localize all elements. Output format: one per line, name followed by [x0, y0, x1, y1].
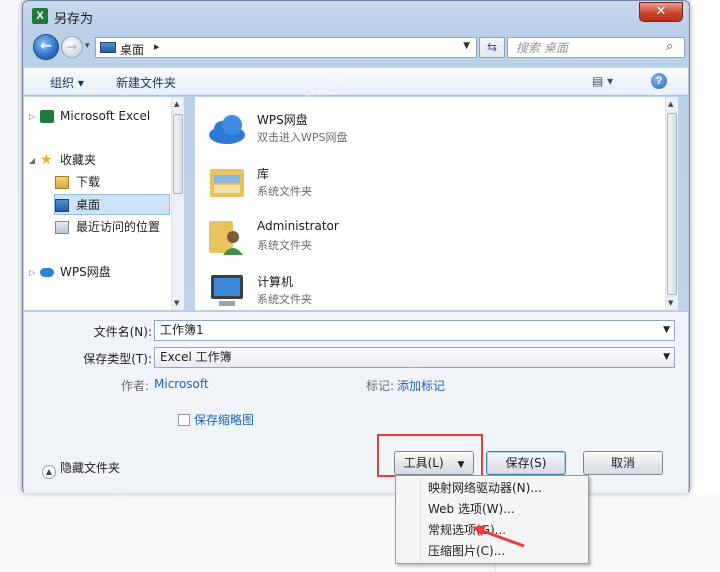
file-subtitle: 系统文件夹 [257, 239, 312, 252]
navigation-bar: ← → ▾ 桌面 ▸ ▼ ⇆ ⌕ [31, 34, 685, 60]
file-list-scrollbar[interactable]: ▲ ▼ [665, 97, 678, 310]
add-tag-link[interactable]: 添加标记 [397, 377, 445, 394]
new-folder-button[interactable]: 新建文件夹 [116, 74, 176, 91]
cloud-icon [209, 115, 245, 144]
scroll-down-icon[interactable]: ▼ [174, 299, 179, 307]
file-item-library[interactable]: 库 系统文件夹 [205, 161, 505, 211]
nav-item-label: 最近访问的位置 [76, 220, 161, 234]
breadcrumb-chevron-icon[interactable]: ▸ [154, 40, 160, 53]
save-button[interactable]: 保存(S) [486, 451, 566, 475]
nav-item-label: 收藏夹 [60, 153, 97, 167]
chevron-up-icon[interactable]: ▲ [42, 465, 56, 479]
menu-item-map-network-drive[interactable]: 映射网络驱动器(N)... [398, 478, 586, 499]
file-item-administrator[interactable]: Administrator 系统文件夹 [205, 215, 505, 265]
file-item-wps-cloud[interactable]: WPS网盘 双击进入WPS网盘 [205, 107, 505, 157]
menu-item-web-options[interactable]: Web 选项(W)... [398, 499, 586, 520]
search-input[interactable] [508, 38, 656, 57]
excel-icon [40, 110, 54, 123]
filetype-label: 保存类型(T): [83, 352, 152, 366]
tools-dropdown-menu: 映射网络驱动器(N)... Web 选项(W)... 常规选项(G)... 压缩… [395, 475, 589, 564]
author-value[interactable]: Microsoft [154, 377, 209, 391]
file-name: 库 [257, 167, 270, 181]
nav-item-wps-cloud[interactable]: ▷ WPS网盘 [24, 262, 170, 283]
back-button[interactable]: ← [33, 34, 59, 60]
collapse-arrow-icon[interactable]: ◢ [29, 150, 35, 171]
breadcrumb-desktop[interactable]: 桌面 [120, 41, 144, 58]
file-subtitle: 系统文件夹 [257, 293, 312, 306]
scroll-up-icon[interactable]: ▲ [174, 100, 179, 108]
title-bar: X 另存为 ✕ [23, 1, 689, 31]
user-folder-icon [209, 221, 243, 255]
excel-app-icon: X [32, 8, 48, 24]
cancel-button[interactable]: 取消 [583, 451, 663, 475]
hide-folders-button[interactable]: ▲ 隐藏文件夹 [42, 459, 120, 479]
address-dropdown-icon[interactable]: ▼ [463, 41, 470, 51]
desktop-icon [100, 42, 116, 53]
save-thumbnail-label[interactable]: 保存缩略图 [194, 411, 254, 428]
scrollbar-thumb[interactable] [667, 113, 677, 295]
close-button[interactable]: ✕ [639, 2, 683, 22]
address-bar[interactable]: 桌面 ▸ ▼ [95, 37, 477, 58]
filename-value[interactable]: 工作簿1 [160, 323, 204, 337]
organize-menu-button[interactable]: 组织 ▾ [50, 74, 84, 91]
dialog-title: 另存为 [54, 12, 94, 27]
expand-arrow-icon[interactable]: ▷ [29, 262, 35, 283]
nav-item-downloads[interactable]: 下载 [24, 172, 170, 193]
file-name: WPS网盘 [257, 113, 308, 127]
star-icon: ★ [40, 152, 53, 168]
tags-label: 标记: [366, 379, 395, 393]
recent-locations-dropdown-icon[interactable]: ▾ [85, 42, 93, 51]
nav-item-label: Microsoft Excel [60, 109, 151, 123]
search-icon[interactable]: ⌕ [666, 40, 680, 54]
file-list: WPS网盘 双击进入WPS网盘 库 系统文件夹 Administrator 系统… [195, 97, 665, 310]
save-options-form: 文件名(N): 工作簿1 ▼ 保存类型(T): Excel 工作簿 ▼ 作者: … [24, 311, 688, 443]
hide-folders-label[interactable]: 隐藏文件夹 [60, 461, 120, 475]
tools-highlight-box [377, 434, 483, 477]
search-box[interactable]: ⌕ [507, 37, 685, 58]
scroll-down-icon[interactable]: ▼ [668, 299, 673, 307]
library-icon [210, 169, 244, 197]
expand-arrow-icon[interactable]: ▷ [29, 106, 35, 127]
scroll-up-icon[interactable]: ▲ [668, 100, 673, 108]
filename-label: 文件名(N): [93, 325, 152, 339]
nav-item-favorites[interactable]: ◢ ★ 收藏夹 [24, 150, 170, 171]
nav-pane-scrollbar[interactable]: ▲ ▼ [171, 97, 184, 310]
cloud-icon [40, 268, 54, 277]
navigation-pane: ▷ Microsoft Excel ◢ ★ 收藏夹 下载 桌面 最近访问的位置 … [24, 97, 184, 310]
nav-item-desktop[interactable]: 桌面 [54, 194, 170, 215]
author-label: 作者: [121, 379, 150, 393]
nav-item-label: 下载 [76, 175, 101, 189]
command-toolbar: 组织 ▾ 新建文件夹 ▤ ▾ ? [24, 67, 688, 96]
nav-item-microsoft-excel[interactable]: ▷ Microsoft Excel [24, 106, 170, 127]
file-name: 计算机 [257, 275, 294, 289]
recent-places-icon [55, 221, 69, 234]
nav-item-label: WPS网盘 [60, 265, 111, 279]
download-folder-icon [55, 176, 69, 189]
help-icon[interactable]: ? [651, 73, 667, 89]
pointer-arrow-icon [472, 525, 525, 548]
save-as-dialog: X 另存为 ✕ ← → ▾ 桌面 ▸ ▼ ⇆ ⌕ 组织 ▾ 新建文件夹 ▤ ▾ … [22, 0, 690, 493]
filetype-dropdown-icon[interactable]: ▼ [663, 348, 670, 367]
nav-item-recent-places[interactable]: 最近访问的位置 [24, 217, 170, 238]
filetype-value[interactable]: Excel 工作簿 [160, 350, 232, 364]
desktop-icon [55, 199, 69, 212]
filename-dropdown-icon[interactable]: ▼ [663, 321, 670, 340]
filename-input[interactable]: 工作簿1 ▼ [154, 320, 675, 341]
file-subtitle: 双击进入WPS网盘 [257, 131, 348, 144]
forward-button[interactable]: → [61, 36, 83, 58]
background-left-strip [0, 0, 22, 572]
save-thumbnail-checkbox[interactable] [178, 414, 190, 426]
refresh-button[interactable]: ⇆ [479, 37, 505, 58]
scrollbar-thumb[interactable] [173, 114, 183, 194]
file-name: Administrator [257, 219, 339, 233]
file-subtitle: 系统文件夹 [257, 185, 312, 198]
nav-item-label: 桌面 [76, 198, 101, 212]
change-view-button[interactable]: ▤ ▾ [592, 74, 613, 88]
background-bottom-strip [0, 495, 720, 572]
filetype-select[interactable]: Excel 工作簿 ▼ [154, 347, 675, 368]
computer-icon [211, 275, 243, 306]
